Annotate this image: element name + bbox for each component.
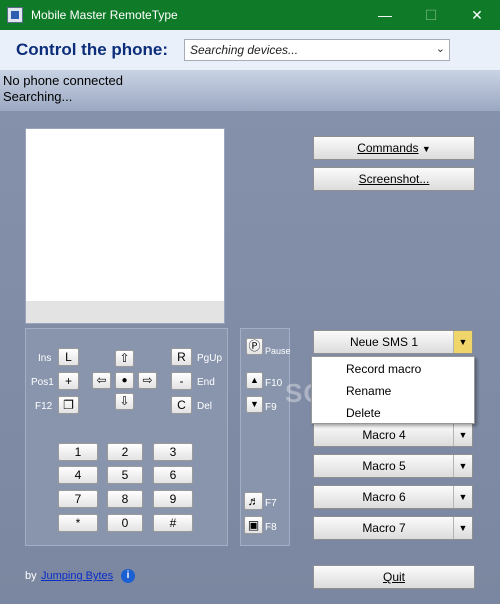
dropdown-arrow-icon[interactable]: ▼ bbox=[453, 424, 472, 446]
function-keys-panel bbox=[240, 328, 290, 546]
macro-label: Macro 6 bbox=[362, 490, 406, 504]
menu-item-record-macro[interactable]: Record macro bbox=[346, 362, 421, 376]
device-select-value: Searching devices... bbox=[190, 43, 299, 57]
header-bar: Control the phone: Searching devices... … bbox=[0, 30, 500, 71]
macro-button-7[interactable]: Macro 7 ▼ bbox=[313, 516, 473, 540]
f7-label: F7 bbox=[265, 498, 277, 509]
triangle-down-icon[interactable]: ▼ bbox=[246, 396, 263, 413]
caret-down-icon: ▼ bbox=[421, 144, 431, 154]
phone-screen-preview bbox=[25, 128, 225, 324]
window-title: Mobile Master RemoteType bbox=[31, 8, 178, 22]
pgup-label: PgUp bbox=[197, 353, 223, 364]
dropdown-arrow-icon[interactable]: ▼ bbox=[453, 486, 472, 508]
app-window: Mobile Master RemoteType — ☐ ✕ Control t… bbox=[0, 0, 500, 604]
macro-label: Macro 4 bbox=[362, 428, 406, 442]
f10-label: F10 bbox=[265, 378, 283, 389]
f8-label: F8 bbox=[265, 522, 277, 533]
macro-context-menu: Record macro Rename Delete bbox=[311, 356, 475, 424]
numpad-key[interactable]: 3 bbox=[153, 443, 193, 461]
phone-screen-softkey-bar bbox=[26, 301, 224, 323]
minimize-button[interactable]: — bbox=[362, 0, 408, 30]
numpad-key[interactable]: 2 bbox=[107, 443, 143, 461]
triangle-up-icon[interactable]: ▲ bbox=[246, 372, 263, 389]
by-label: by bbox=[25, 570, 37, 582]
search-status: Searching... bbox=[3, 89, 73, 104]
device-select[interactable]: Searching devices... ⌄ bbox=[184, 39, 450, 61]
numpad-key[interactable]: 6 bbox=[153, 466, 193, 484]
arrow-right-icon[interactable]: ⇨ bbox=[138, 372, 157, 389]
connection-status: No phone connected bbox=[3, 73, 123, 88]
maximize-button[interactable]: ☐ bbox=[408, 0, 454, 30]
film-icon[interactable]: ▣ bbox=[244, 516, 263, 534]
commands-label: Commands bbox=[357, 141, 419, 155]
arrow-up-icon[interactable]: ⇧ bbox=[115, 350, 134, 367]
arrow-left-icon[interactable]: ⇦ bbox=[92, 372, 111, 389]
quit-label: Quit bbox=[382, 570, 405, 584]
music-icon[interactable]: ♬ bbox=[244, 492, 263, 510]
arrow-down-icon[interactable]: ⇩ bbox=[115, 393, 134, 410]
key-l[interactable]: L bbox=[58, 348, 79, 366]
close-button[interactable]: ✕ bbox=[454, 0, 500, 30]
menu-item-rename[interactable]: Rename bbox=[346, 384, 391, 398]
quit-button[interactable]: Quit bbox=[313, 565, 475, 589]
macro-label: Neue SMS 1 bbox=[349, 335, 419, 349]
dropdown-arrow-icon[interactable]: ▼ bbox=[453, 455, 472, 477]
numpad-key[interactable]: 0 bbox=[107, 514, 143, 532]
jumping-bytes-link[interactable]: Jumping Bytes bbox=[41, 570, 113, 582]
commands-button[interactable]: Commands ▼ bbox=[313, 136, 475, 160]
dropdown-arrow-icon[interactable]: ▼ bbox=[453, 517, 472, 539]
numpad-key[interactable]: 7 bbox=[58, 490, 98, 508]
numpad-key[interactable]: 1 bbox=[58, 443, 98, 461]
f9-label: F9 bbox=[265, 402, 277, 413]
menu-item-delete[interactable]: Delete bbox=[346, 406, 381, 420]
status-area: No phone connected Searching... bbox=[0, 71, 500, 111]
pause-icon[interactable]: Ⓟ bbox=[246, 338, 263, 355]
pos1-label: Pos1 bbox=[31, 377, 54, 388]
key-plus[interactable]: + bbox=[58, 372, 79, 390]
macro-button-6[interactable]: Macro 6 ▼ bbox=[313, 485, 473, 509]
key-r[interactable]: R bbox=[171, 348, 192, 366]
ins-label: Ins bbox=[38, 353, 52, 364]
numpad-key[interactable]: 9 bbox=[153, 490, 193, 508]
f12-label: F12 bbox=[35, 401, 53, 412]
phone-app-icon bbox=[7, 7, 23, 23]
numpad-key[interactable]: 8 bbox=[107, 490, 143, 508]
pause-label: Pause bbox=[265, 346, 291, 356]
numpad-key[interactable]: * bbox=[58, 514, 98, 532]
numpad-key[interactable]: 5 bbox=[107, 466, 143, 484]
end-label: End bbox=[197, 377, 215, 388]
macro-label: Macro 5 bbox=[362, 459, 406, 473]
del-label: Del bbox=[197, 401, 213, 412]
screenshot-label: Screenshot... bbox=[358, 172, 430, 186]
macro-button-5[interactable]: Macro 5 ▼ bbox=[313, 454, 473, 478]
control-phone-label: Control the phone: bbox=[16, 40, 169, 59]
chevron-down-icon: ⌄ bbox=[435, 43, 445, 55]
dropdown-arrow-icon[interactable]: ▼ bbox=[453, 331, 472, 353]
title-bar: Mobile Master RemoteType — ☐ ✕ bbox=[0, 0, 500, 30]
info-icon[interactable]: i bbox=[121, 569, 135, 583]
macro-button-neue-sms[interactable]: Neue SMS 1 ▼ bbox=[313, 330, 473, 354]
copy-icon[interactable]: ❐ bbox=[58, 396, 79, 414]
key-c[interactable]: C bbox=[171, 396, 192, 414]
key-minus[interactable]: - bbox=[171, 372, 192, 390]
center-select-icon[interactable]: ● bbox=[115, 372, 134, 389]
macro-label: Macro 7 bbox=[362, 521, 406, 535]
numpad-key[interactable]: # bbox=[153, 514, 193, 532]
screenshot-button[interactable]: Screenshot... bbox=[313, 167, 475, 191]
macro-button-4[interactable]: Macro 4 ▼ bbox=[313, 423, 473, 447]
numpad-key[interactable]: 4 bbox=[58, 466, 98, 484]
